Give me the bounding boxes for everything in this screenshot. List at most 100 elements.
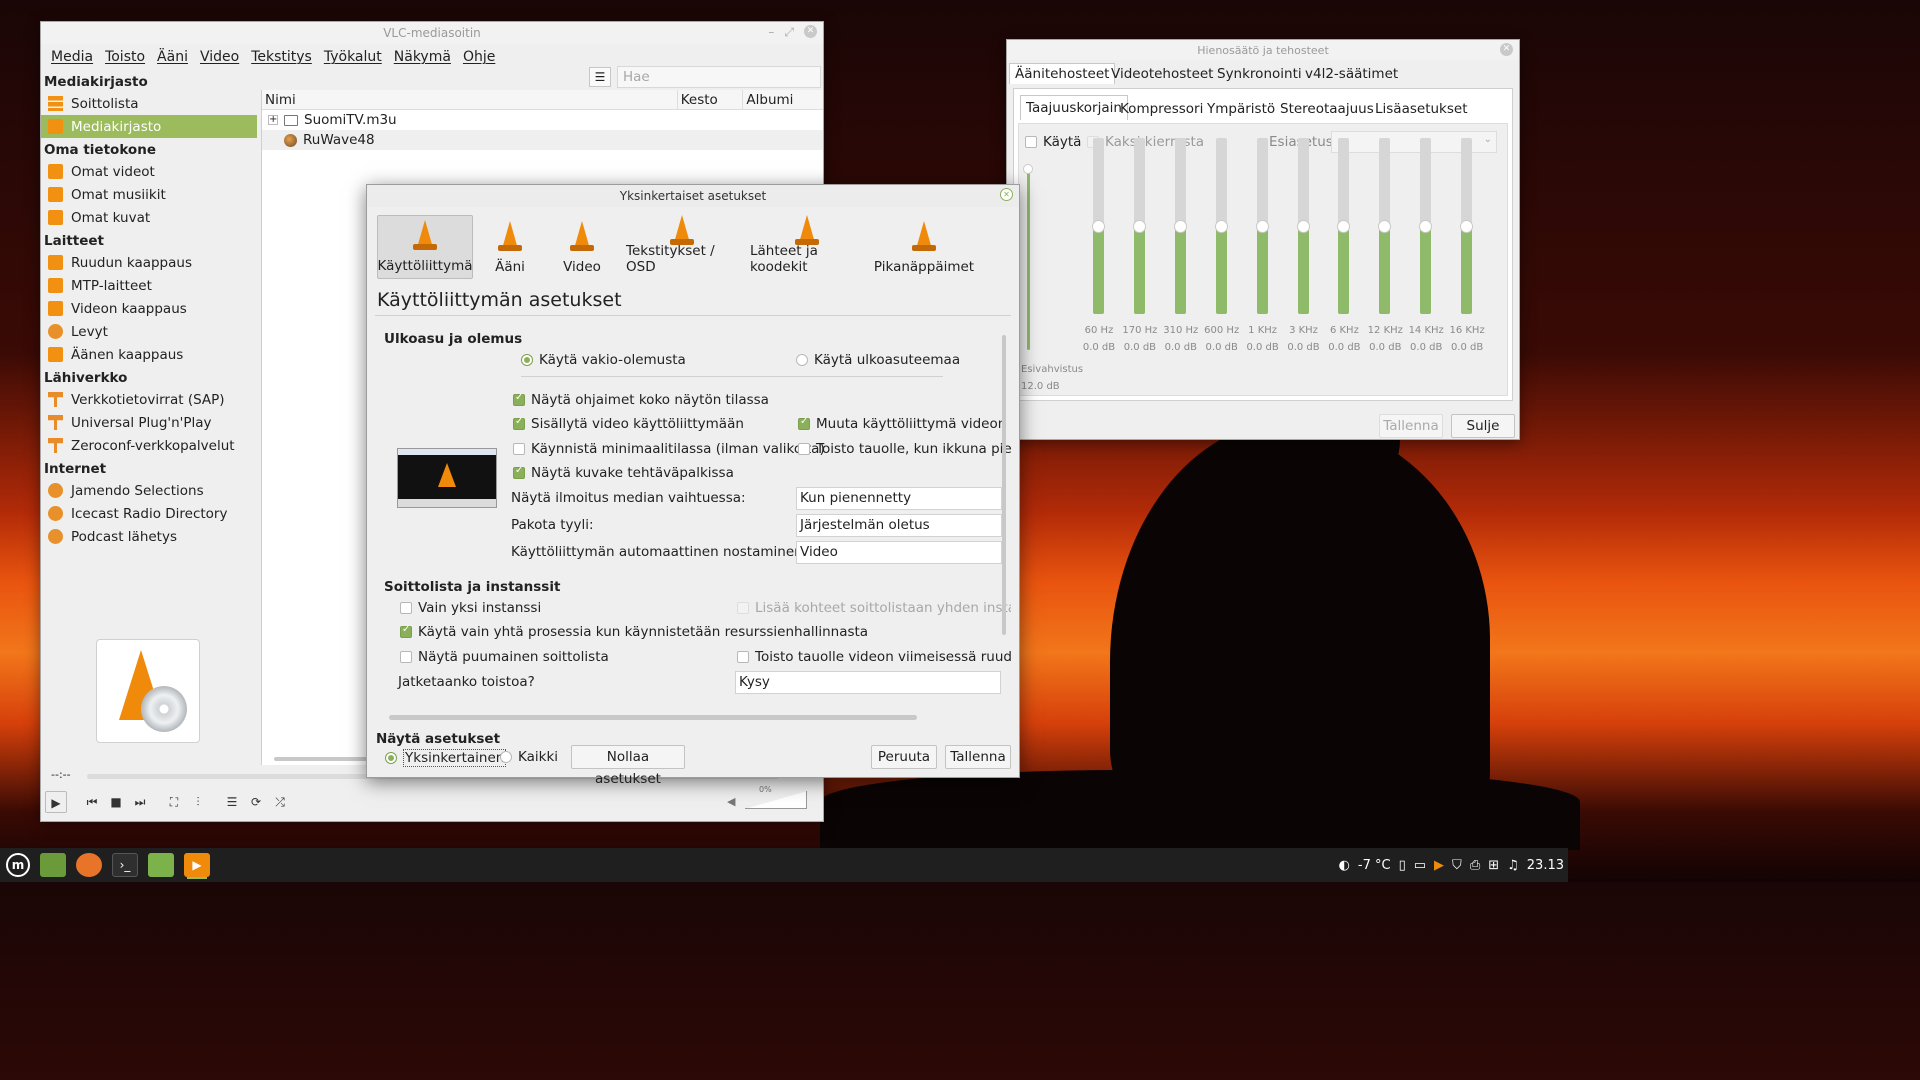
eq-band-slider[interactable] [1132, 138, 1146, 314]
minimal-mode-checkbox[interactable]: Käynnistä minimaalitilassa (ilman valiko… [513, 441, 825, 457]
weather-icon[interactable]: ◐ [1339, 858, 1350, 873]
menu-aani[interactable]: Ääni [151, 49, 194, 65]
all-mode-radio[interactable]: Kaikki [500, 749, 558, 765]
play-icon[interactable]: ▶ [45, 791, 67, 813]
files-icon[interactable] [148, 853, 174, 877]
eq-save-button[interactable]: Tallenna [1379, 414, 1443, 438]
table-row[interactable]: + SuomiTV.m3u [262, 110, 823, 130]
column-name[interactable]: Nimi [262, 90, 678, 109]
category-subtitles[interactable]: Tekstitykset / OSD [621, 215, 743, 279]
show-desktop-icon[interactable] [40, 853, 66, 877]
sidebar-item[interactable]: Universal Plug'n'Play [41, 411, 257, 434]
shield-icon[interactable]: ⛉ [1452, 858, 1462, 873]
expand-icon[interactable]: + [268, 115, 278, 125]
enqueue-checkbox[interactable]: Lisää kohteet soittolistaan yhden instan… [737, 600, 1011, 616]
save-button[interactable]: Tallenna [945, 745, 1011, 769]
notify-select[interactable]: Kun pienennetty [796, 487, 1002, 510]
menu-ohje[interactable]: Ohje [457, 49, 501, 65]
menu-toisto[interactable]: Toisto [99, 49, 151, 65]
sidebar-item[interactable]: Levyt [41, 320, 257, 343]
sidebar-item[interactable]: Icecast Radio Directory [41, 502, 257, 525]
eq-band-slider[interactable] [1378, 138, 1392, 314]
sidebar-item[interactable]: Ruudun kaappaus [41, 251, 257, 274]
tab-compressor[interactable]: Kompressori [1120, 101, 1203, 117]
reset-preferences-button[interactable]: Nollaa asetukset [571, 745, 685, 787]
tab-equalizer[interactable]: Taajuuskorjain [1020, 95, 1128, 120]
preset-select[interactable]: ⌄ [1331, 131, 1497, 153]
stop-icon[interactable]: ■ [105, 791, 127, 813]
sidebar-item[interactable]: Verkkotietovirrat (SAP) [41, 388, 257, 411]
menu-tekstitys[interactable]: Tekstitys [245, 49, 318, 65]
horizontal-scrollbar[interactable] [389, 715, 917, 720]
speaker-icon[interactable]: ◀ [727, 795, 735, 808]
eq-band-slider[interactable] [1255, 138, 1269, 314]
tab-v4l2[interactable]: v4l2-säätimet [1305, 66, 1398, 82]
loop-icon[interactable]: ⟳ [245, 791, 267, 813]
effects-title-bar[interactable]: Hienosäätö ja tehosteet ✕ [1007, 40, 1519, 60]
skin-radio[interactable]: Käytä ulkoasuteemaa [796, 352, 960, 368]
menu-nakyma[interactable]: Näkymä [388, 49, 457, 65]
systray-icon-checkbox[interactable]: Näytä kuvake tehtäväpalkissa [513, 465, 734, 481]
eq-band-slider[interactable] [1092, 138, 1105, 314]
one-process-checkbox[interactable]: Käytä vain yhtä prosessia kun käynnistet… [400, 624, 868, 640]
eq-band-slider[interactable] [1214, 138, 1228, 314]
menu-video[interactable]: Video [194, 49, 245, 65]
vlc-tray-icon[interactable]: ▶ [1434, 858, 1444, 873]
mint-menu-icon[interactable]: m [6, 853, 30, 877]
column-duration[interactable]: Kesto [678, 90, 744, 109]
next-icon[interactable]: ⏭ [129, 791, 151, 813]
eq-band-slider[interactable] [1296, 138, 1310, 314]
style-select[interactable]: Järjestelmän oletus [796, 514, 1002, 537]
sidebar-item[interactable]: Zeroconf-verkkopalvelut [41, 434, 257, 457]
preferences-title-bar[interactable]: Yksinkertaiset asetukset ✕ [367, 185, 1019, 207]
close-icon[interactable]: ✕ [1000, 188, 1013, 201]
two-pass-checkbox[interactable]: Kaksi kierrosta [1087, 134, 1204, 150]
category-hotkeys[interactable]: Pikanäppäimet [874, 215, 974, 279]
category-input-codecs[interactable]: Lähteet ja koodekit [745, 215, 869, 279]
category-video[interactable]: Video [557, 215, 607, 279]
close-icon[interactable]: ✕ [804, 25, 817, 38]
column-album[interactable]: Albumi [743, 90, 823, 109]
enable-equalizer-checkbox[interactable]: Käytä [1025, 134, 1081, 150]
sound-icon[interactable]: ♫ [1507, 858, 1519, 873]
sidebar-item[interactable]: Podcast lähetys [41, 525, 257, 548]
display-icon[interactable]: ▭ [1414, 858, 1426, 873]
sidebar-item[interactable]: Omat musiikit [41, 183, 257, 206]
printer-icon[interactable]: ⎙ [1470, 858, 1480, 873]
maximize-icon[interactable]: ⤢ [784, 25, 794, 40]
pause-minimized-checkbox[interactable]: Toisto tauolle, kun ikkuna piene [798, 441, 1011, 457]
one-instance-checkbox[interactable]: Vain yksi instanssi [400, 600, 541, 616]
clock[interactable]: 23.13 [1527, 858, 1564, 873]
shuffle-icon[interactable]: ⤮ [269, 791, 291, 813]
network-icon[interactable]: ⊞ [1488, 858, 1499, 873]
previous-icon[interactable]: ⏮ [81, 791, 103, 813]
sidebar-item[interactable]: Omat videot [41, 160, 257, 183]
eq-band-slider[interactable] [1337, 138, 1351, 314]
menu-media[interactable]: Media [45, 49, 99, 65]
fullscreen-controls-checkbox[interactable]: Näytä ohjaimet koko näytön tilassa [513, 392, 769, 408]
close-icon[interactable]: ✕ [1500, 43, 1513, 56]
sidebar-item[interactable]: Mediakirjasto [41, 115, 257, 138]
raise-select[interactable]: Video [796, 541, 1002, 564]
table-row[interactable]: RuWave48 [262, 130, 823, 150]
firefox-icon[interactable] [76, 853, 102, 877]
native-style-radio[interactable]: Käytä vakio-olemusta [521, 352, 686, 368]
eq-band-slider[interactable] [1460, 138, 1474, 314]
tab-synchronization[interactable]: Synkronointi [1217, 66, 1302, 82]
cancel-button[interactable]: Peruuta [871, 745, 937, 769]
sidebar-item[interactable]: Omat kuvat [41, 206, 257, 229]
vertical-scrollbar[interactable] [1002, 335, 1006, 635]
eq-close-button[interactable]: Sulje [1451, 414, 1515, 438]
sidebar-item[interactable]: Soittolista [41, 92, 257, 115]
resize-interface-checkbox[interactable]: Muuta käyttöliittymä videon ko [798, 416, 1011, 432]
tab-spatializer[interactable]: Ympäristö [1207, 101, 1275, 117]
sidebar-item[interactable]: Jamendo Selections [41, 479, 257, 502]
view-mode-button[interactable]: ☰ [589, 67, 611, 87]
menu-tyokalut[interactable]: Työkalut [318, 49, 388, 65]
vlc-taskbar-icon[interactable]: ▶ [184, 853, 210, 877]
tree-playlist-checkbox[interactable]: Näytä puumainen soittolista [400, 649, 609, 665]
category-audio[interactable]: Ääni [485, 215, 535, 279]
terminal-icon[interactable]: ›_ [112, 853, 138, 877]
tab-advanced[interactable]: Lisäasetukset [1375, 101, 1468, 117]
fullscreen-icon[interactable]: ⛶ [163, 791, 185, 813]
